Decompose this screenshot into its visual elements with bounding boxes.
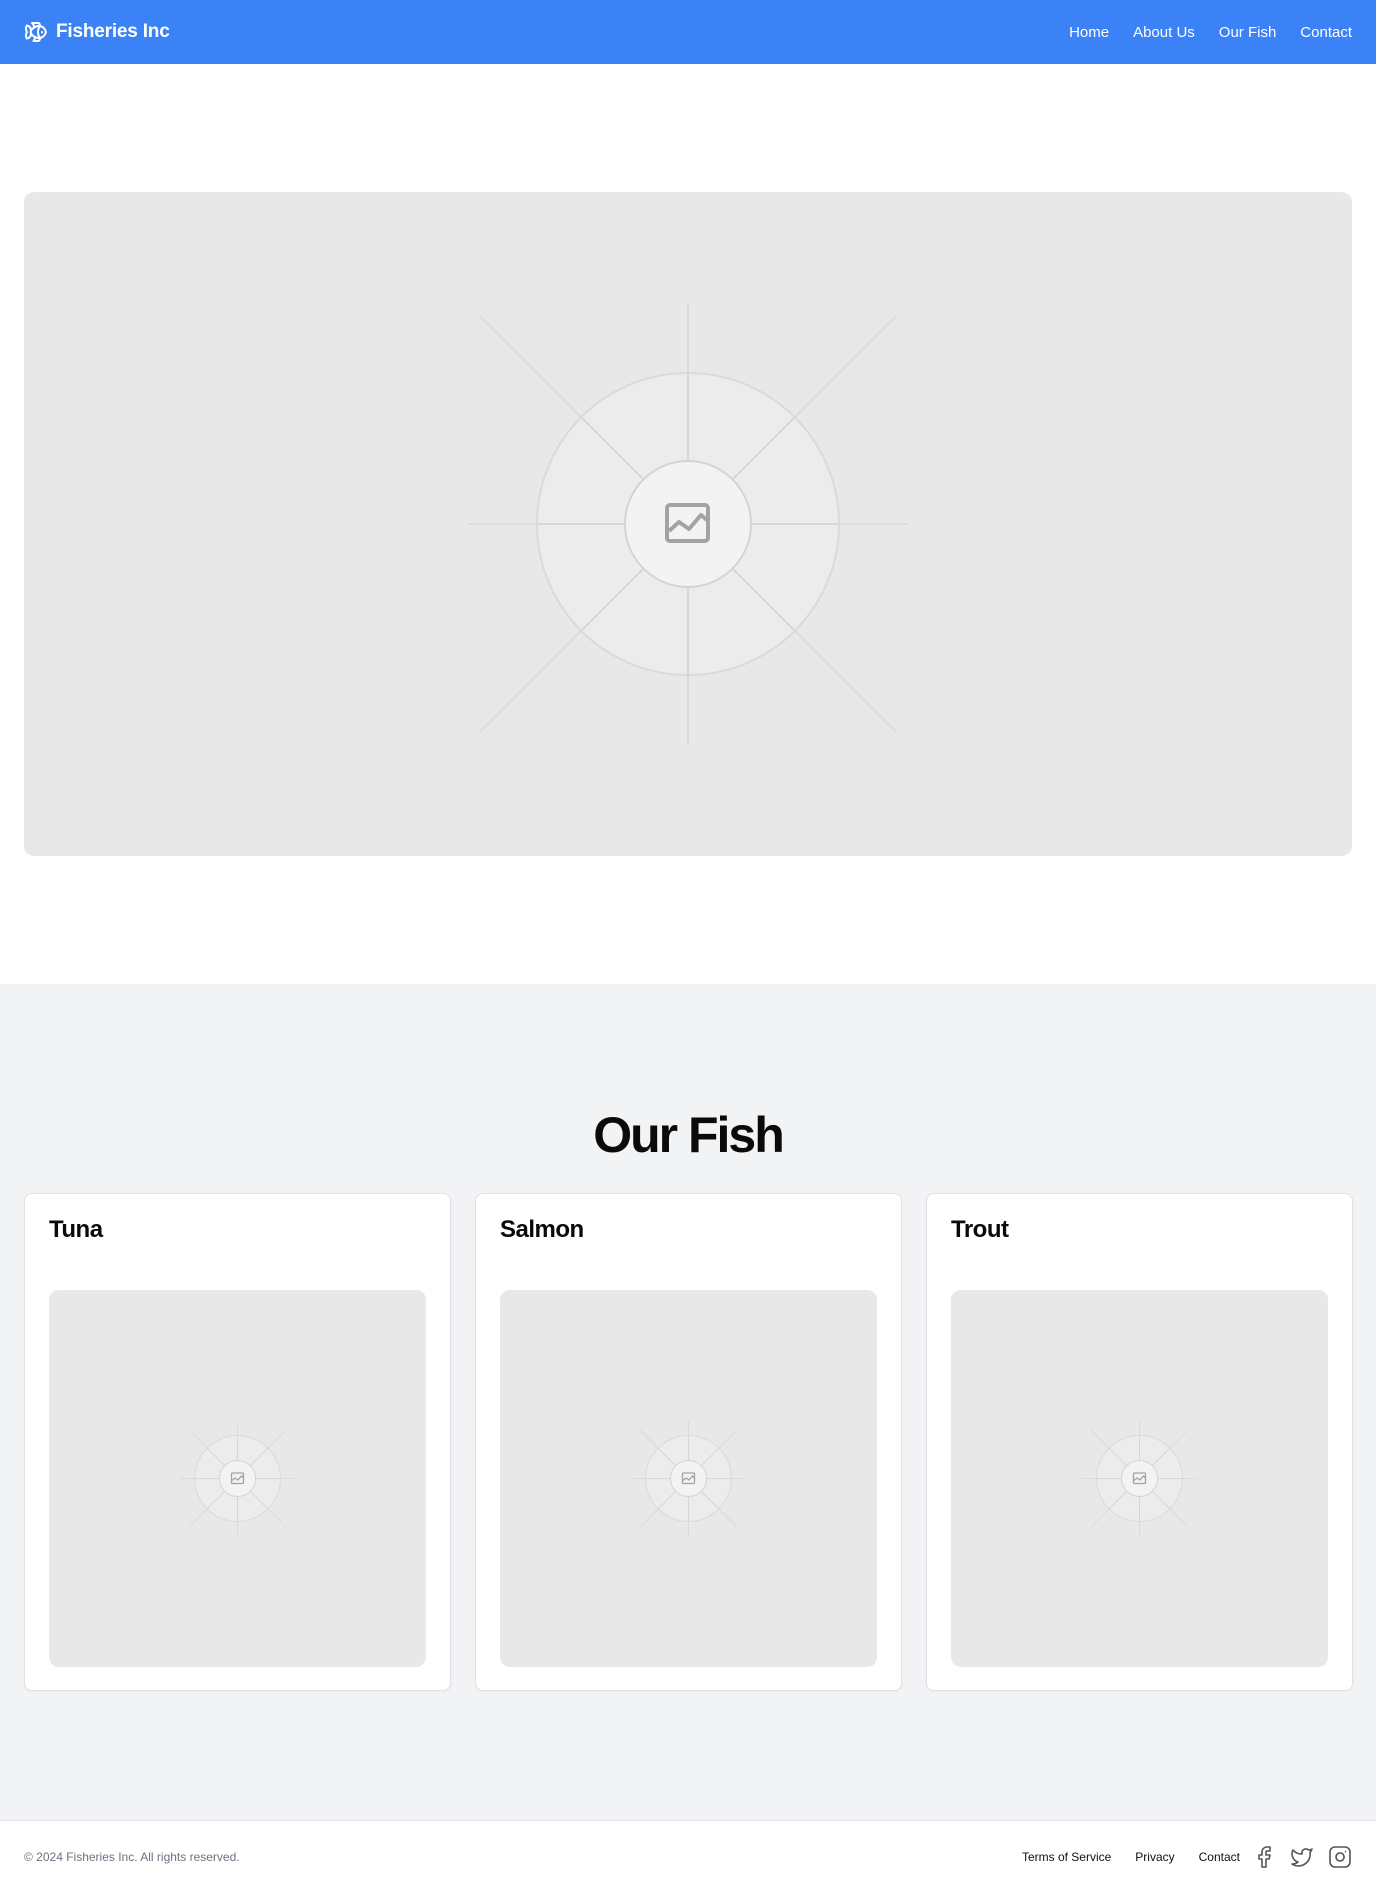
- footer-link-terms[interactable]: Terms of Service: [1022, 1850, 1111, 1864]
- nav-about-us[interactable]: About Us: [1133, 24, 1195, 41]
- brand-name: Fisheries Inc: [56, 21, 170, 42]
- social-links: [1252, 1845, 1352, 1869]
- facebook-icon[interactable]: [1252, 1845, 1276, 1869]
- card-title: Tuna: [49, 1216, 103, 1243]
- hero-image-placeholder: [24, 192, 1352, 856]
- our-fish-section: Our Fish Tuna Salmon Trout: [0, 984, 1376, 1820]
- main-nav: Home About Us Our Fish Contact: [1069, 24, 1352, 41]
- footer-links: Terms of Service Privacy Contact: [1022, 1845, 1352, 1869]
- site-footer: © 2024 Fisheries Inc. All rights reserve…: [0, 1820, 1376, 1892]
- card-image-placeholder: [49, 1290, 426, 1667]
- copyright-text: © 2024 Fisheries Inc. All rights reserve…: [24, 1849, 240, 1864]
- card-title: Trout: [951, 1216, 1009, 1243]
- twitter-icon[interactable]: [1290, 1845, 1314, 1869]
- brand-link[interactable]: Fisheries Inc: [24, 20, 170, 44]
- instagram-icon[interactable]: [1328, 1845, 1352, 1869]
- hero-section: [0, 64, 1376, 984]
- section-title: Our Fish: [593, 1107, 785, 1163]
- nav-our-fish[interactable]: Our Fish: [1219, 24, 1277, 41]
- fish-card-trout: Trout: [926, 1193, 1353, 1691]
- footer-link-contact[interactable]: Contact: [1199, 1850, 1240, 1864]
- nav-contact[interactable]: Contact: [1300, 24, 1352, 41]
- card-image-placeholder: [951, 1290, 1328, 1667]
- fish-logo-icon: [24, 20, 48, 44]
- fish-card-salmon: Salmon: [475, 1193, 902, 1691]
- card-image-placeholder: [500, 1290, 877, 1667]
- site-header: Fisheries Inc Home About Us Our Fish Con…: [0, 0, 1376, 64]
- card-title: Salmon: [500, 1216, 584, 1243]
- fish-card-tuna: Tuna: [24, 1193, 451, 1691]
- nav-home[interactable]: Home: [1069, 24, 1109, 41]
- footer-link-privacy[interactable]: Privacy: [1135, 1850, 1174, 1864]
